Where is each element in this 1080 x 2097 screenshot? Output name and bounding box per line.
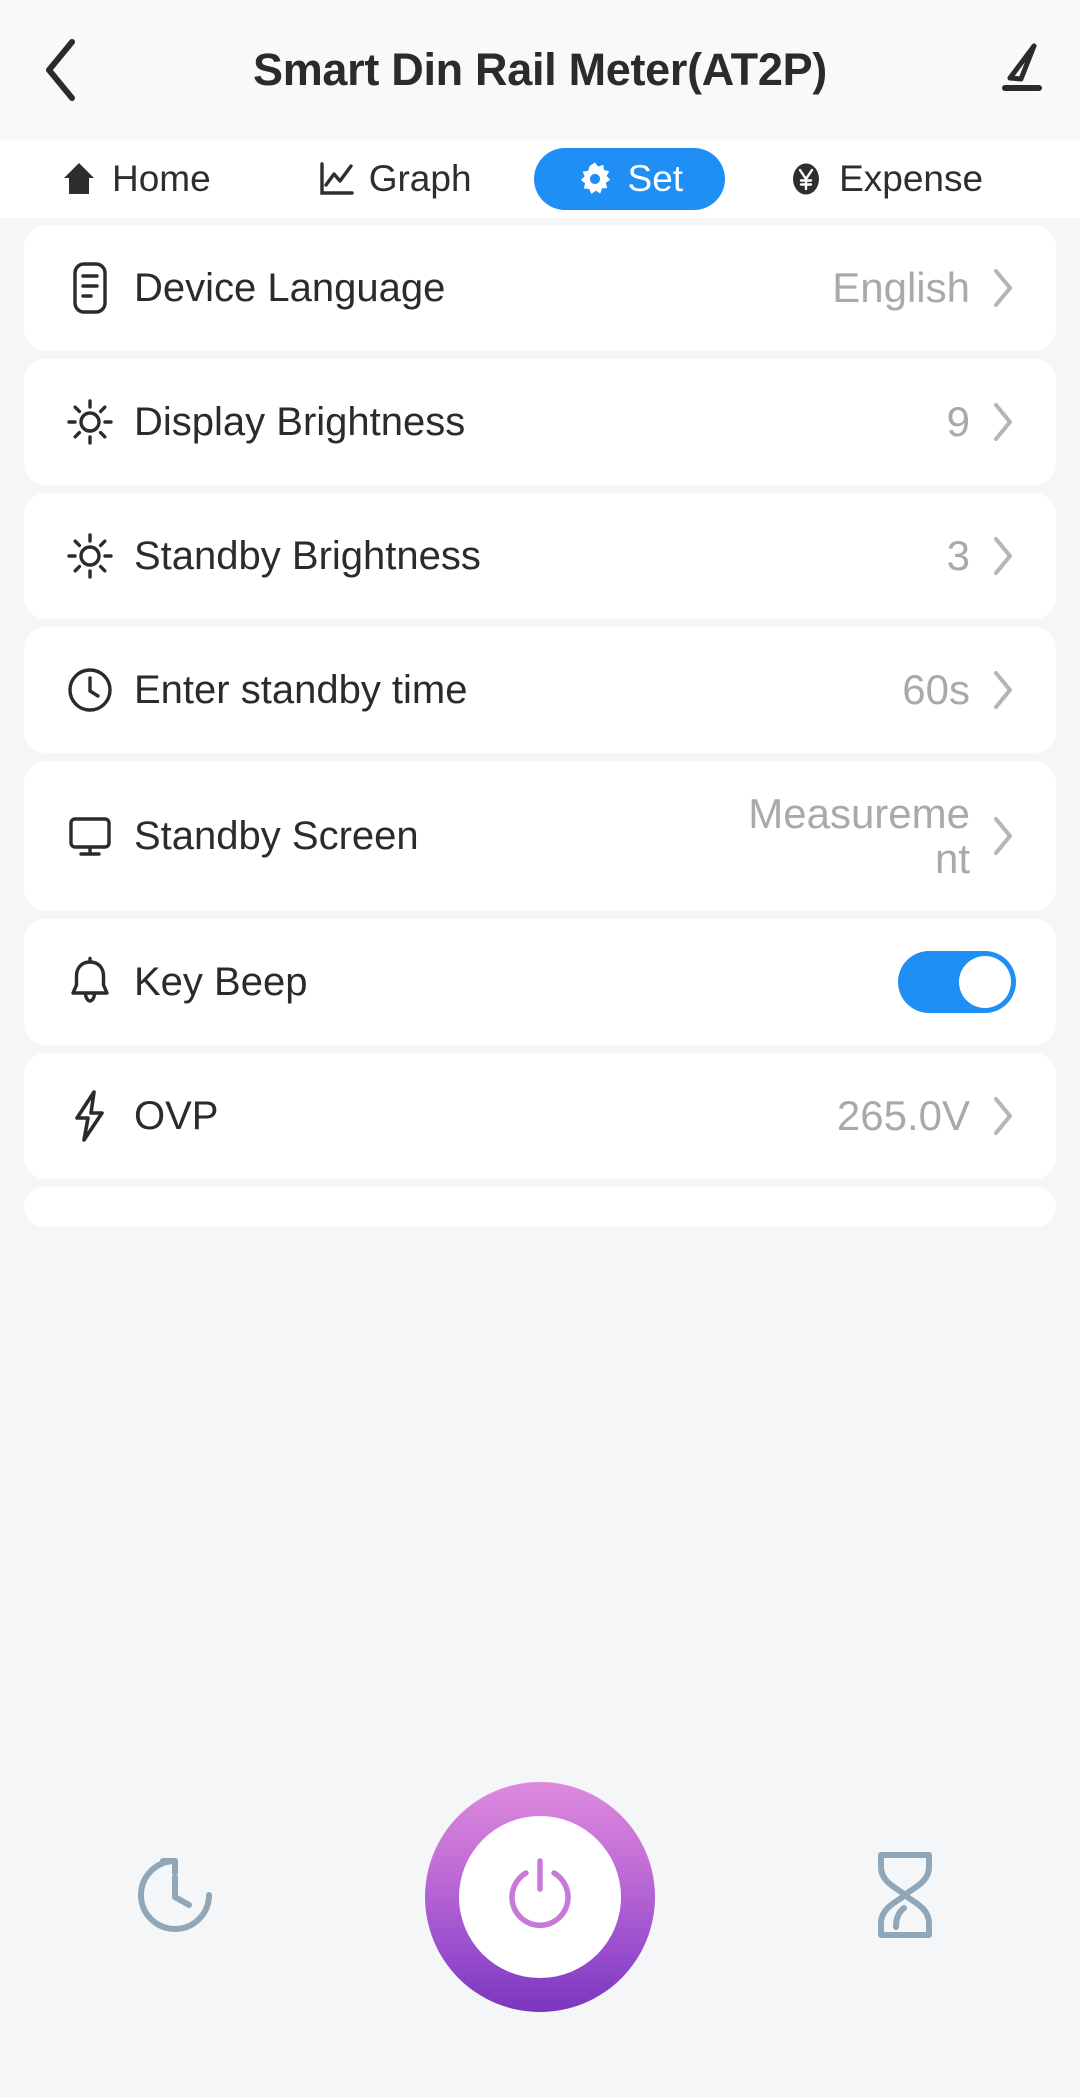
bottom-action-bar (0, 1697, 1080, 2097)
setting-value: 9 (946, 398, 970, 446)
tab-bar: Home Graph Set Expense (0, 140, 1080, 218)
monitor-icon (64, 810, 126, 862)
setting-label: Standby Screen (134, 813, 419, 858)
timer-button[interactable] (805, 1845, 1005, 1950)
tab-expense[interactable]: Expense (761, 148, 1009, 210)
clock-rotate-history-icon (127, 1847, 223, 1948)
tab-graph[interactable]: Graph (291, 148, 498, 210)
key-beep-toggle[interactable] (898, 951, 1016, 1013)
setting-row-device-language[interactable]: Device Language English (24, 225, 1056, 351)
tab-graph-label: Graph (368, 158, 472, 199)
setting-row-enter-standby-time[interactable]: Enter standby time 60s (24, 627, 1056, 753)
setting-label: Standby Brightness (134, 533, 481, 578)
back-button[interactable] (0, 0, 120, 140)
tab-expense-label: Expense (839, 158, 984, 199)
setting-value: Measurement (748, 789, 970, 882)
line-chart-icon (317, 160, 355, 198)
clock-icon (64, 664, 126, 716)
settings-list[interactable]: Device Language English Display Brightne… (0, 225, 1080, 1570)
setting-label: Enter standby time (134, 667, 468, 712)
tab-set[interactable]: Set (533, 148, 726, 210)
chevron-right-icon (986, 669, 1020, 711)
sun-brightness-icon (64, 530, 126, 582)
app-screen: Smart Din Rail Meter(AT2P) Home Graph Se… (0, 0, 1080, 2097)
gear-icon (576, 160, 614, 198)
setting-label: Display Brightness (134, 399, 466, 444)
setting-label: OVP (134, 1093, 219, 1138)
setting-label: Key Beep (134, 959, 308, 1004)
chevron-right-icon (986, 1095, 1020, 1137)
setting-value: English (832, 264, 970, 312)
setting-row-standby-brightness[interactable]: Standby Brightness 3 (24, 493, 1056, 619)
tab-home-label: Home (112, 158, 211, 199)
setting-row-standby-screen[interactable]: Standby Screen Measurement (24, 761, 1056, 911)
document-list-icon (64, 260, 126, 316)
toggle-knob (959, 956, 1011, 1008)
power-button-icon (496, 1851, 584, 1944)
edit-button[interactable] (960, 0, 1080, 140)
page-title: Smart Din Rail Meter(AT2P) (253, 44, 827, 95)
power-button-inner (459, 1816, 621, 1978)
chevron-right-icon (986, 401, 1020, 443)
setting-value: 3 (946, 532, 970, 580)
setting-value: 265.0V (836, 1092, 970, 1140)
chevron-left-icon (40, 37, 80, 103)
setting-label: Device Language (134, 265, 446, 310)
yen-coin-icon (787, 160, 825, 198)
setting-row-partial[interactable] (24, 1187, 1056, 1227)
hourglass-timer-icon (859, 1845, 951, 1950)
chevron-right-icon (986, 535, 1020, 577)
chevron-right-icon (986, 815, 1020, 857)
setting-row-ovp[interactable]: OVP 265.0V (24, 1053, 1056, 1179)
power-button[interactable] (425, 1782, 655, 2012)
sun-brightness-icon (64, 396, 126, 448)
bell-icon (64, 955, 126, 1009)
chevron-right-icon (986, 267, 1020, 309)
history-button[interactable] (75, 1847, 275, 1948)
lightning-bolt-icon (64, 1088, 126, 1144)
setting-value: 60s (902, 666, 970, 714)
tab-set-label: Set (627, 158, 684, 199)
tab-home[interactable]: Home (34, 148, 237, 210)
home-icon (60, 160, 98, 198)
setting-row-key-beep[interactable]: Key Beep (24, 919, 1056, 1045)
app-header: Smart Din Rail Meter(AT2P) (0, 0, 1080, 140)
pencil-edit-icon (990, 38, 1050, 103)
setting-row-display-brightness[interactable]: Display Brightness 9 (24, 359, 1056, 485)
